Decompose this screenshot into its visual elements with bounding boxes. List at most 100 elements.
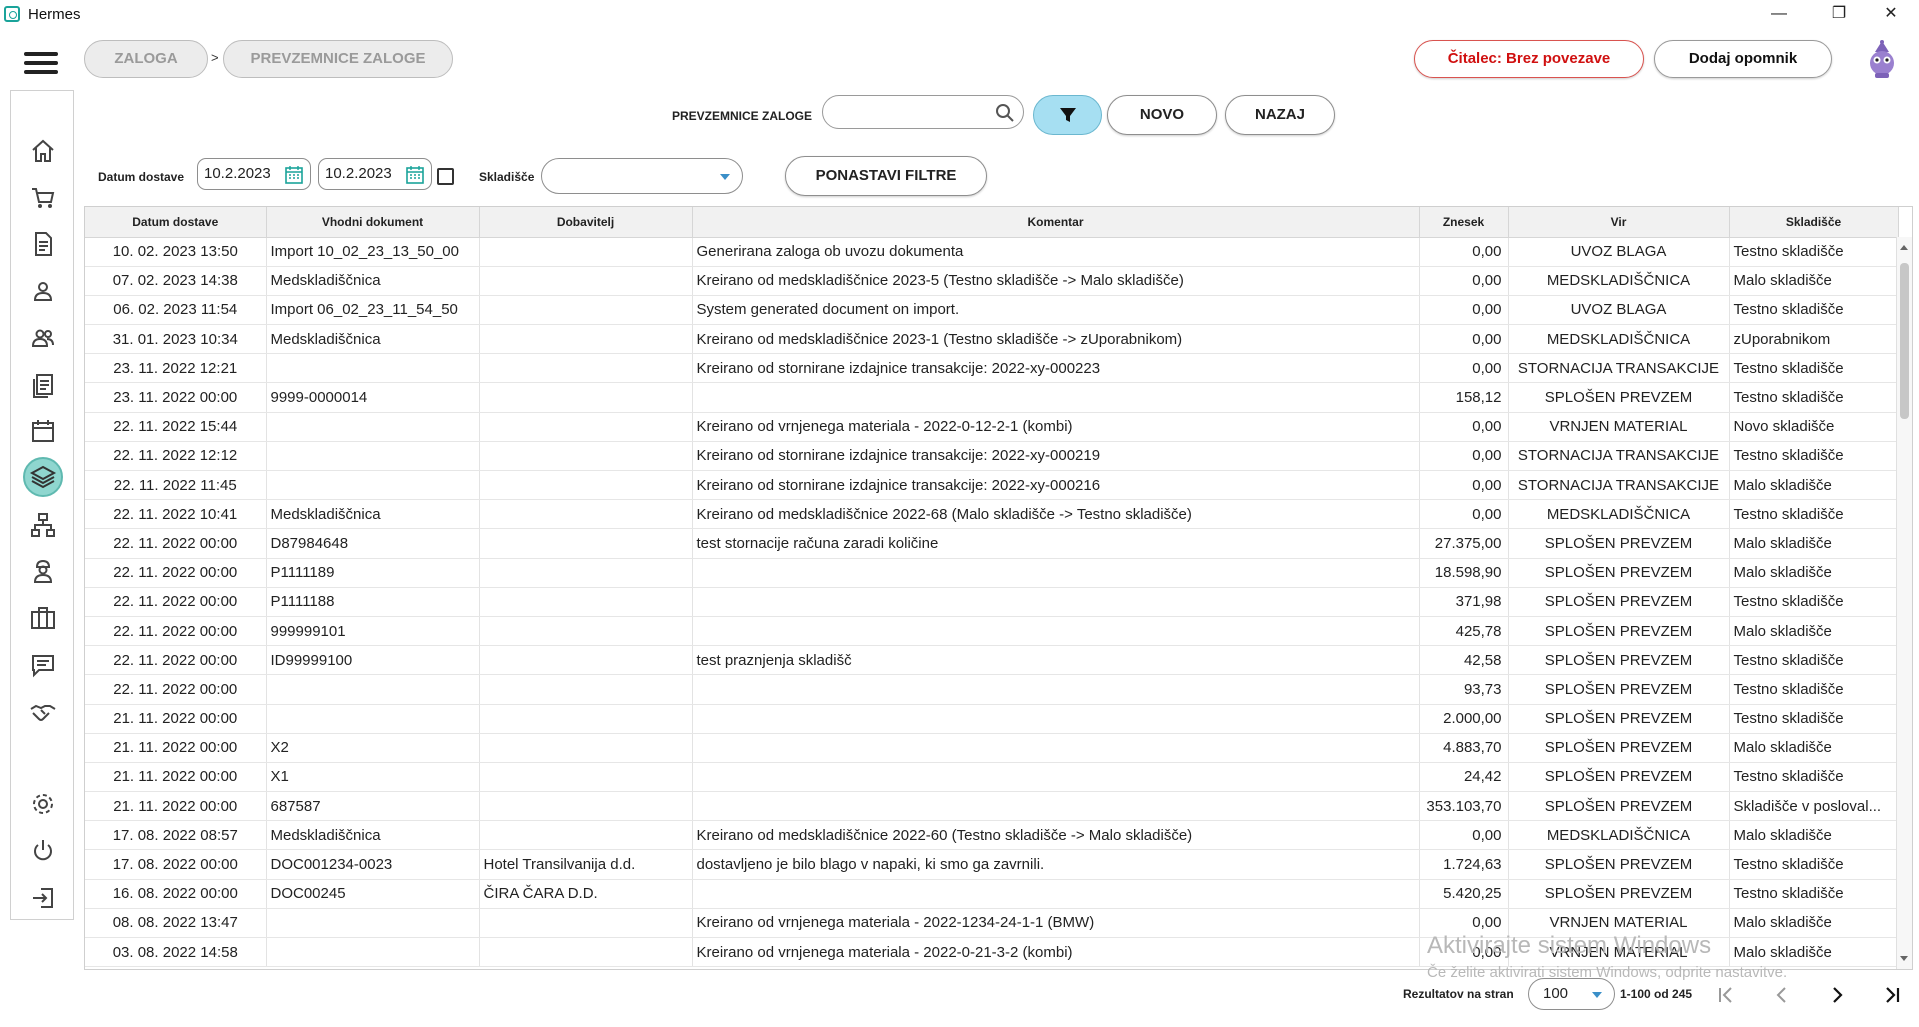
reset-filters-button[interactable]: PONASTAVI FILTRE (785, 156, 987, 196)
table-row[interactable]: 22. 11. 2022 10:41 Medskladiščnica Kreiran… (85, 499, 1899, 530)
reader-status-button[interactable]: Čitalec: Brez povezave (1414, 40, 1644, 78)
hamburger-menu-button[interactable] (24, 52, 58, 76)
cell-supplier (479, 324, 693, 355)
breadcrumb-prevzemnice-zaloge[interactable]: PREVZEMNICE ZALOGE (223, 40, 453, 78)
sidebar-item-settings[interactable] (23, 784, 63, 824)
add-reminder-button[interactable]: Dodaj opomnik (1654, 40, 1832, 78)
table-row[interactable]: 07. 02. 2023 14:38 Medskladiščnica Kreiran… (85, 266, 1899, 296)
sidebar-item-briefcase[interactable] (23, 598, 63, 638)
column-header-delivery-date[interactable]: Datum dostave (85, 207, 267, 238)
table-row[interactable]: 31. 01. 2023 10:34 Medskladiščnica Kreiran… (85, 324, 1899, 355)
table-row[interactable]: 21. 11. 2022 00:00 X1 24,42 SPLOŠEN PREVZEM… (85, 762, 1899, 793)
cell-delivery-date: 06. 02. 2023 11:54 (85, 295, 267, 326)
scroll-down-arrow-icon[interactable] (1900, 956, 1908, 961)
previous-page-button[interactable] (1767, 980, 1797, 1010)
cell-supplier (479, 704, 693, 734)
cell-source: SPLOŠEN PREVZEM (1508, 587, 1730, 617)
breadcrumb-zaloga[interactable]: ZALOGA (84, 40, 208, 78)
cell-amount: 27.375,00 (1419, 528, 1509, 559)
table-scrollbar[interactable] (1896, 237, 1912, 969)
next-page-button[interactable] (1822, 980, 1852, 1010)
sidebar-item-partners[interactable] (23, 692, 63, 732)
cell-amount: 1.724,63 (1419, 849, 1509, 880)
table-row[interactable]: 23. 11. 2022 12:21 Kreirano od stornirane… (85, 353, 1899, 384)
sidebar-item-power[interactable] (23, 831, 63, 871)
cell-supplier (479, 762, 693, 793)
table-row[interactable]: 22. 11. 2022 00:00 D87984648 test stornaci… (85, 528, 1899, 559)
cell-amount: 0,00 (1419, 412, 1509, 442)
sidebar-item-home[interactable] (23, 131, 63, 171)
table-row[interactable]: 23. 11. 2022 00:00 9999-0000014 158,12 SPLO… (85, 382, 1899, 413)
sidebar-item-stock[interactable] (23, 457, 63, 497)
cell-comment: Kreirano od vrnjenega materiala - 2022-1… (692, 908, 1420, 939)
cell-amount: 42,58 (1419, 645, 1509, 676)
table-row[interactable]: 22. 11. 2022 12:12 Kreirano od stornirane… (85, 441, 1899, 472)
first-page-button[interactable] (1711, 980, 1741, 1010)
cell-amount: 2.000,00 (1419, 704, 1509, 734)
back-button[interactable]: NAZAJ (1225, 95, 1335, 135)
sidebar-item-lists[interactable] (23, 365, 63, 405)
table-row[interactable]: 22. 11. 2022 11:45 Kreirano od stornirane… (85, 470, 1899, 501)
table-row[interactable]: 22. 11. 2022 00:00 ID99999100 test praznje… (85, 645, 1899, 676)
sidebar-item-calendar[interactable] (23, 411, 63, 451)
table-row[interactable]: 06. 02. 2023 11:54 Import 06_02_23_11_54_… (85, 295, 1899, 326)
restore-button[interactable]: ❐ (1811, 0, 1867, 28)
scroll-up-arrow-icon[interactable] (1900, 245, 1908, 250)
column-header-supplier[interactable]: Dobavitelj (479, 207, 693, 238)
date-to-field[interactable]: 10.2.2023 (318, 158, 432, 190)
close-button[interactable]: ✕ (1863, 0, 1919, 28)
sidebar-item-messages[interactable] (23, 645, 63, 685)
column-header-warehouse[interactable]: Skladišče (1729, 207, 1899, 238)
table-row[interactable]: 21. 11. 2022 00:00 X2 4.883,70 SPLOŠEN PREV… (85, 733, 1899, 763)
sidebar-item-logout[interactable] (23, 878, 63, 918)
table-row[interactable]: 22. 11. 2022 00:00 P1111189 18.598,90 SPLOŠ… (85, 558, 1899, 588)
date-from-field[interactable]: 10.2.2023 (197, 158, 311, 190)
cell-warehouse: Malo skladišče (1729, 820, 1899, 851)
worker-icon (33, 559, 53, 583)
table-row[interactable]: 22. 11. 2022 00:00 93,73 SPLOŠEN PREVZEM Te… (85, 674, 1899, 705)
cell-supplier (479, 937, 693, 968)
cell-warehouse: Skladišče v posloval... (1729, 791, 1899, 822)
cell-supplier (479, 266, 693, 296)
sidebar-item-people[interactable] (23, 318, 63, 358)
cell-supplier (479, 908, 693, 939)
calendar-picker-icon[interactable] (405, 165, 425, 185)
warehouse-select[interactable] (541, 158, 743, 194)
cell-source: SPLOŠEN PREVZEM (1508, 674, 1730, 705)
table-row[interactable]: 21. 11. 2022 00:00 2.000,00 SPLOŠEN PREVZE… (85, 704, 1899, 734)
cell-input-document (266, 704, 480, 734)
table-row[interactable]: 22. 11. 2022 00:00 999999101 425,78 SPLOŠEN… (85, 616, 1899, 647)
sidebar-item-documents[interactable] (23, 224, 63, 264)
table-row[interactable]: 17. 08. 2022 00:00 DOC001234-0023 Hotel Tr… (85, 849, 1899, 880)
page-size-select[interactable]: 100 (1528, 978, 1615, 1010)
column-header-input-document[interactable]: Vhodni dokument (266, 207, 480, 238)
table-row[interactable]: 10. 02. 2023 13:50 Import 10_02_23_13_50_… (85, 237, 1899, 267)
user-avatar-icon[interactable] (1865, 39, 1899, 79)
sidebar-item-person[interactable] (23, 271, 63, 311)
search-input[interactable] (837, 96, 997, 126)
sidebar-item-workers[interactable] (23, 551, 63, 591)
last-page-icon (1886, 987, 1900, 1003)
last-page-button[interactable] (1877, 980, 1907, 1010)
cell-warehouse: Testno skladišče (1729, 879, 1899, 909)
sidebar-item-cart[interactable] (23, 178, 63, 218)
table-row[interactable]: 22. 11. 2022 00:00 P1111188 371,98 SPLOŠEN … (85, 587, 1899, 617)
cell-supplier (479, 791, 693, 822)
filter-button[interactable] (1033, 95, 1102, 135)
scrollbar-thumb[interactable] (1900, 263, 1909, 419)
cell-comment (692, 382, 1420, 413)
first-page-icon (1719, 987, 1732, 1003)
table-row[interactable]: 16. 08. 2022 00:00 DOC00245 ČIRA ČARA D.D.… (85, 879, 1899, 909)
column-header-comment[interactable]: Komentar (692, 207, 1420, 238)
table-row[interactable]: 17. 08. 2022 08:57 Medskladiščnica Kreiran… (85, 820, 1899, 851)
sidebar-item-network[interactable] (23, 505, 63, 545)
table-row[interactable]: 22. 11. 2022 15:44 Kreirano od vrnjenega … (85, 412, 1899, 442)
column-header-amount[interactable]: Znesek (1419, 207, 1509, 238)
column-header-source[interactable]: Vir (1508, 207, 1730, 238)
new-button[interactable]: NOVO (1107, 95, 1217, 135)
minimize-button[interactable]: — (1751, 0, 1807, 28)
table-row[interactable]: 21. 11. 2022 00:00 687587 353.103,70 SPLOŠE… (85, 791, 1899, 822)
calendar-picker-icon[interactable] (284, 165, 304, 185)
date-filter-checkbox[interactable] (437, 168, 454, 185)
search-icon[interactable] (995, 103, 1015, 123)
